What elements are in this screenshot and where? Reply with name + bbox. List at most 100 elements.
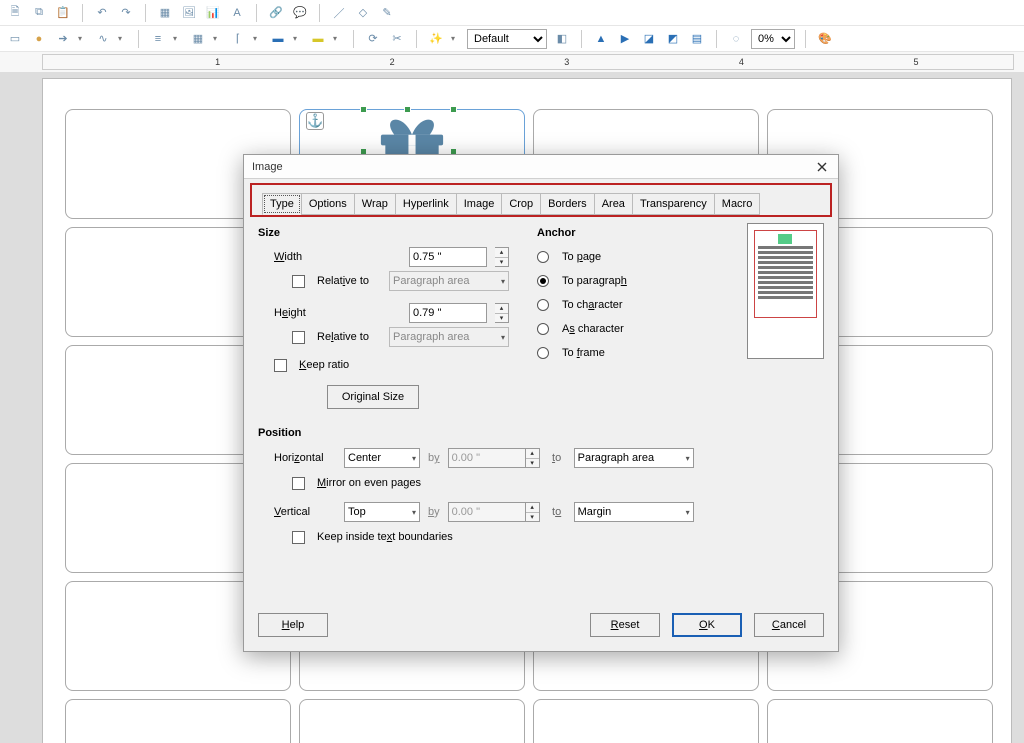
ellipse-icon[interactable]: ● <box>30 30 48 48</box>
keep-inside-checkbox[interactable] <box>292 531 305 544</box>
filter-icon[interactable]: ✨ <box>427 30 445 48</box>
keep-ratio-checkbox[interactable] <box>274 359 287 372</box>
label-cell[interactable] <box>533 699 759 743</box>
color-adjust-icon[interactable]: ◧ <box>553 30 571 48</box>
width-label: Width <box>274 251 338 263</box>
separator <box>805 30 806 48</box>
tab-wrap[interactable]: Wrap <box>354 193 396 215</box>
text-wrap-icon[interactable]: ▤ <box>688 30 706 48</box>
textbox-icon[interactable]: A <box>228 4 246 22</box>
image-dialog: Image Type Options Wrap Hyperlink Image … <box>243 154 839 652</box>
toolbar-row-2: ▭ ● ➔▾ ∿▾ ≡▾ ▦▾ ⌈▾ ▬▾ ▬▾ ⟳ ✂ ✨▾ Default … <box>0 26 1024 52</box>
color-palette-icon[interactable]: 🎨 <box>816 30 834 48</box>
dialog-titlebar[interactable]: Image <box>244 155 838 179</box>
anchor-section: Anchor To page To paragraph To character… <box>537 223 719 409</box>
anchor-to-frame-radio[interactable] <box>537 347 549 359</box>
line-icon[interactable]: ／ <box>330 4 348 22</box>
vertical-value: Top <box>348 506 366 518</box>
resize-handle[interactable] <box>404 106 411 113</box>
width-spinner[interactable]: ▴▾ <box>495 247 509 267</box>
bring-front-icon[interactable]: ◩ <box>664 30 682 48</box>
anchor-to-page-label: To page <box>562 251 601 263</box>
anchor-preview <box>747 223 824 359</box>
anchor-as-character-radio[interactable] <box>537 323 549 335</box>
anchor-to-paragraph-radio[interactable] <box>537 275 549 287</box>
grid-icon[interactable]: ▦ <box>189 30 207 48</box>
anchor-to-character-label: To character <box>562 299 623 311</box>
size-section: Size Width ▴▾ Relative to Paragraph area… <box>258 223 509 409</box>
align-icon[interactable]: ≡ <box>149 30 167 48</box>
tab-borders[interactable]: Borders <box>540 193 595 215</box>
anchor-to-character-radio[interactable] <box>537 299 549 311</box>
tab-crop[interactable]: Crop <box>501 193 541 215</box>
cancel-button[interactable]: Cancel <box>754 613 824 637</box>
original-size-button[interactable]: Original Size <box>327 385 419 409</box>
tab-type[interactable]: Type <box>262 193 302 215</box>
image-icon[interactable]: 🖼 <box>180 4 198 22</box>
separator <box>256 4 257 22</box>
flip-h-icon[interactable]: ▶ <box>616 30 634 48</box>
comment-icon[interactable]: 💬 <box>291 4 309 22</box>
height-relative-label: Relative to <box>317 331 369 343</box>
keep-ratio-label: Keep ratio <box>299 359 349 371</box>
mirror-checkbox[interactable] <box>292 477 305 490</box>
vertical-combo[interactable]: Top▾ <box>344 502 420 522</box>
separator <box>416 30 417 48</box>
anchor-to-page-radio[interactable] <box>537 251 549 263</box>
highlight-icon[interactable]: ▬ <box>309 30 327 48</box>
tab-area[interactable]: Area <box>594 193 633 215</box>
arrow-icon[interactable]: ➔ <box>54 30 72 48</box>
corner-icon[interactable]: ⌈ <box>229 30 247 48</box>
transparency-icon[interactable]: ◌ <box>727 30 745 48</box>
rotate-icon[interactable]: ⟳ <box>364 30 382 48</box>
fill-icon[interactable]: ▬ <box>269 30 287 48</box>
help-button[interactable]: Help <box>258 613 328 637</box>
shapes-icon[interactable]: ◇ <box>354 4 372 22</box>
crop-icon[interactable]: ✂ <box>388 30 406 48</box>
close-icon[interactable] <box>814 159 830 175</box>
tab-image[interactable]: Image <box>456 193 503 215</box>
chart-icon[interactable]: 📊 <box>204 4 222 22</box>
redo-icon[interactable]: ↷ <box>117 4 135 22</box>
width-relative-combo: Paragraph area ▾ <box>389 271 509 291</box>
hyperlink-icon[interactable]: 🔗 <box>267 4 285 22</box>
tab-macro[interactable]: Macro <box>714 193 761 215</box>
copy-icon[interactable]: ⧉ <box>30 4 48 22</box>
label-cell[interactable] <box>299 699 525 743</box>
separator <box>581 30 582 48</box>
label-cell[interactable] <box>65 699 291 743</box>
resize-handle[interactable] <box>450 106 457 113</box>
tab-options[interactable]: Options <box>301 193 355 215</box>
send-back-icon[interactable]: ◪ <box>640 30 658 48</box>
height-relative-value: Paragraph area <box>393 331 469 343</box>
v-to-combo[interactable]: Margin▾ <box>574 502 694 522</box>
keep-inside-label: Keep inside text boundaries <box>317 531 453 543</box>
graphic-mode-select[interactable]: Default <box>467 29 547 49</box>
undo-icon[interactable]: ↶ <box>93 4 111 22</box>
width-input[interactable] <box>409 247 487 267</box>
paste-icon[interactable]: 📋 <box>54 4 72 22</box>
flip-v-icon[interactable]: ▲ <box>592 30 610 48</box>
reset-button[interactable]: Reset <box>590 613 660 637</box>
anchor-icon: ⚓ <box>306 112 324 130</box>
transparency-select[interactable]: 0% <box>751 29 795 49</box>
tab-transparency[interactable]: Transparency <box>632 193 715 215</box>
anchor-heading: Anchor <box>537 227 719 239</box>
curve-icon[interactable]: ∿ <box>94 30 112 48</box>
ok-button[interactable]: OK <box>672 613 742 637</box>
resize-handle[interactable] <box>360 106 367 113</box>
tab-hyperlink[interactable]: Hyperlink <box>395 193 457 215</box>
h-to-combo[interactable]: Paragraph area▾ <box>574 448 694 468</box>
height-relative-checkbox[interactable] <box>292 331 305 344</box>
label-cell[interactable] <box>767 699 993 743</box>
v-by-spinner: ▴▾ <box>526 502 540 522</box>
width-relative-checkbox[interactable] <box>292 275 305 288</box>
new-icon[interactable]: 🗎 <box>6 4 24 22</box>
horizontal-combo[interactable]: Center▾ <box>344 448 420 468</box>
v-to-value: Margin <box>578 506 612 518</box>
height-input[interactable] <box>409 303 487 323</box>
draw-icon[interactable]: ✎ <box>378 4 396 22</box>
height-spinner[interactable]: ▴▾ <box>495 303 509 323</box>
rect-icon[interactable]: ▭ <box>6 30 24 48</box>
table-icon[interactable]: ▦ <box>156 4 174 22</box>
